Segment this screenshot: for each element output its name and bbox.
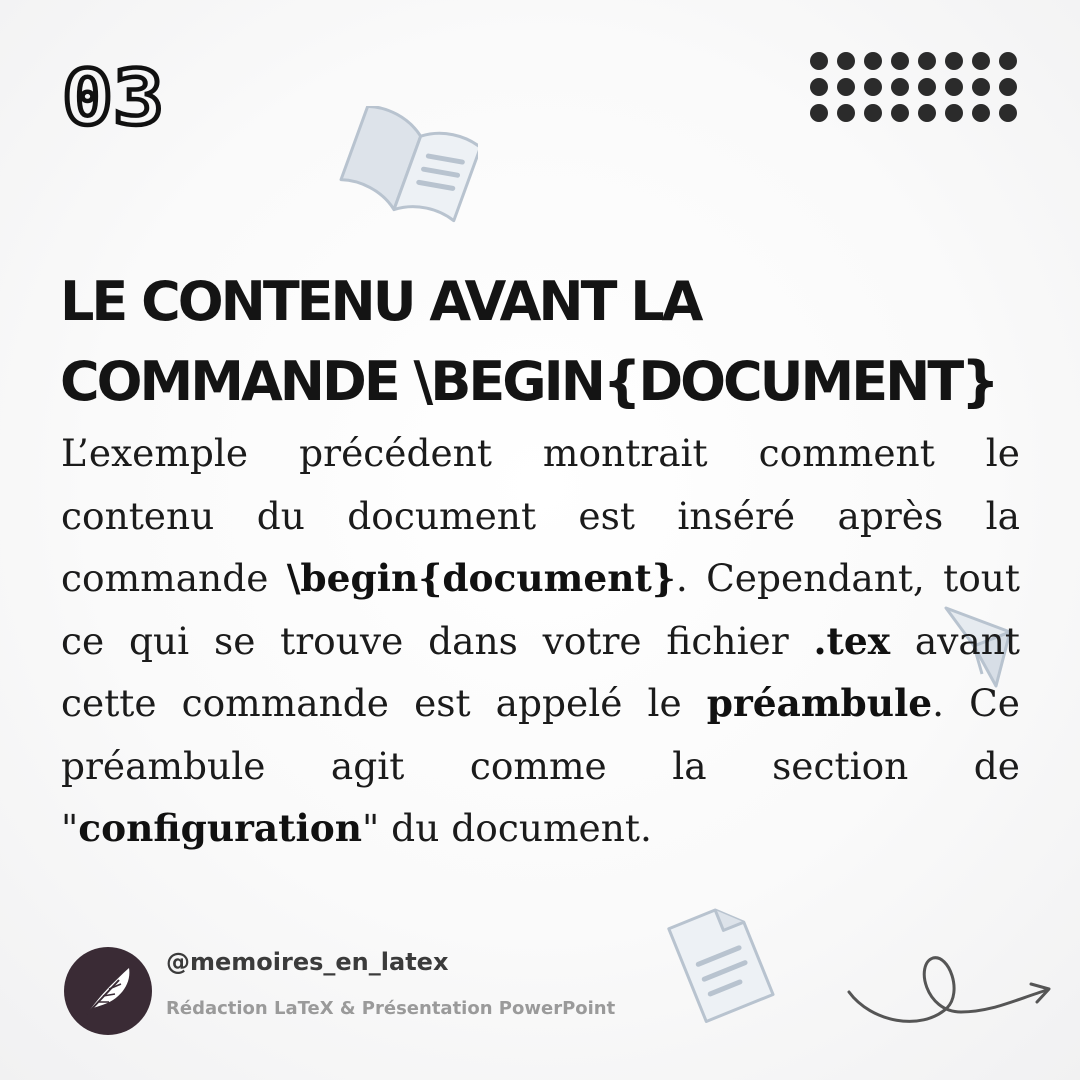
grid-dot [810,104,828,122]
grid-dot [918,78,936,96]
profile-handle[interactable]: @memoires_en_latex [166,948,448,976]
grid-dot [918,104,936,122]
tex-extension: .tex [813,618,891,663]
slide-number-text: 03 [62,60,164,130]
grid-dot [972,52,990,70]
profile-tagline: Rédaction LaTeX & Présentation PowerPoin… [166,998,616,1019]
grid-dot [891,104,909,122]
document-icon [667,908,775,1023]
grid-dot [891,78,909,96]
grid-dot [918,52,936,70]
grid-dot [837,52,855,70]
grid-dot [945,78,963,96]
grid-dot [810,52,828,70]
grid-dot [864,104,882,122]
preamble-term: préambule [706,681,933,725]
grid-dot [837,78,855,96]
grid-dot [972,78,990,96]
grid-dot [837,104,855,122]
grid-dot [999,52,1017,70]
feather-quill-icon [86,968,130,1015]
body-paragraph: L’exemple précédent montrait comment le … [61,422,1020,860]
grid-dot [972,104,990,122]
title-line-1: LE CONTENU AVANT LA [60,270,703,333]
grid-dot [999,104,1017,122]
begin-document-command: \begin{document} [286,556,676,600]
title-line-2: COMMANDE \BEGIN{DOCUMENT} [60,350,1000,413]
swirl-arrow-icon [847,956,1051,1023]
page-title: LE CONTENU AVANT LA COMMANDE \BEGIN{DOCU… [60,262,1040,422]
slide-number: 03 [62,60,166,130]
grid-dot [891,52,909,70]
configuration-term: configuration [78,806,363,850]
open-book-icon [339,106,478,223]
grid-dot [810,78,828,96]
grid-dot [864,52,882,70]
grid-dot [945,52,963,70]
body-text-5: " du document. [362,806,652,850]
grid-dot [945,104,963,122]
grid-dot [999,78,1017,96]
grid-dot [864,78,882,96]
avatar[interactable] [64,947,152,1035]
dot-grid [810,52,1022,122]
